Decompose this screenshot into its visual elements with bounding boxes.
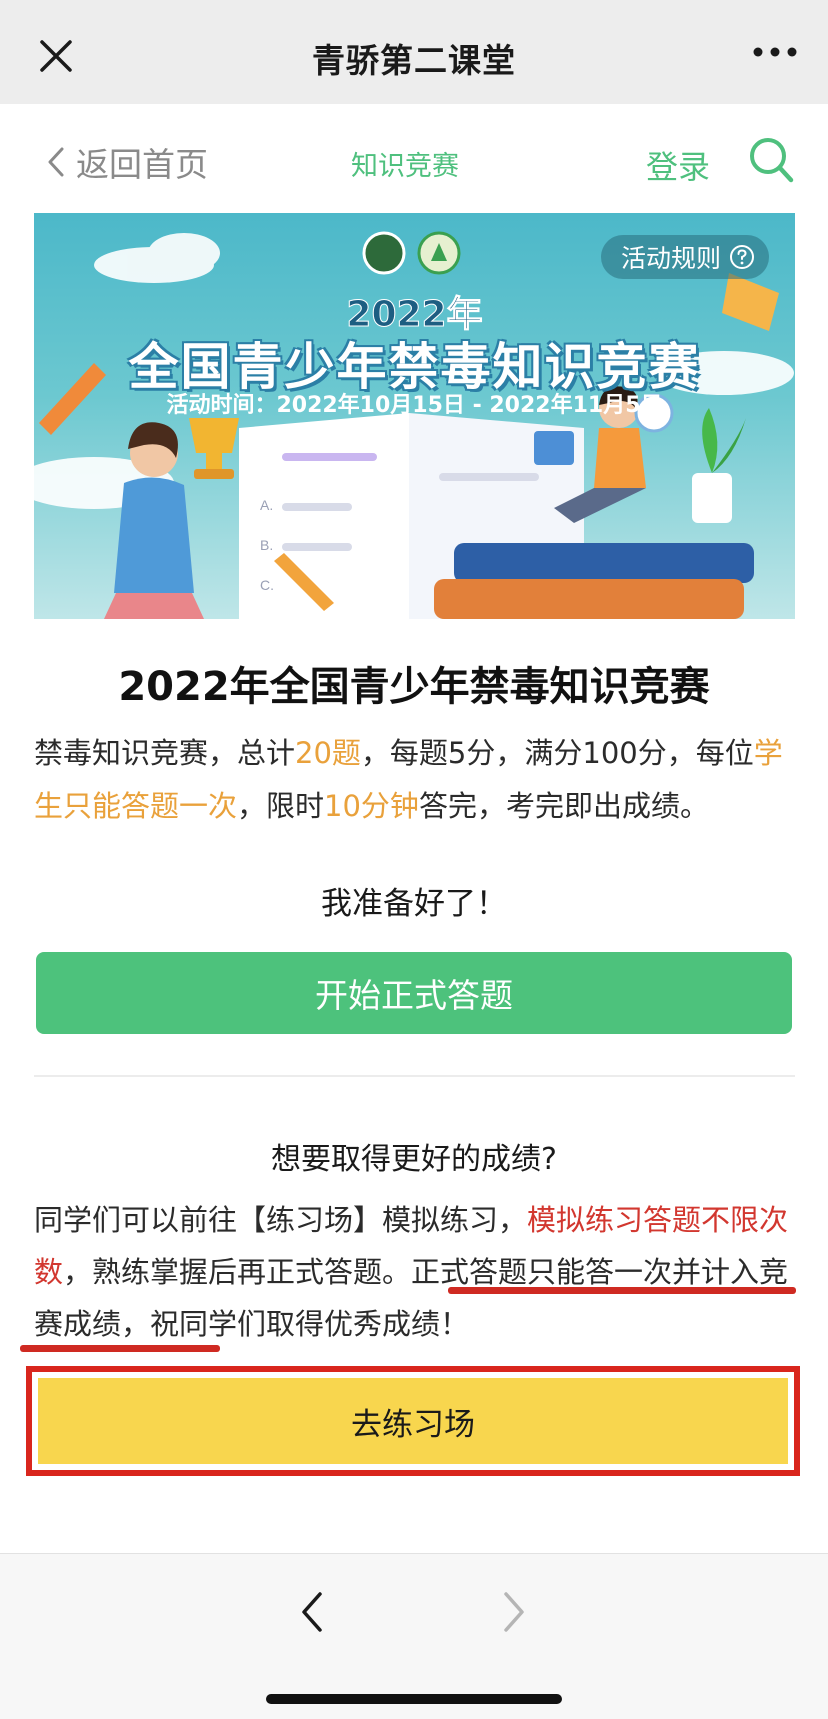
desc2-text-1: 同学们可以前往【练习场】模拟练习， <box>34 1203 528 1237</box>
option-a-label: A. <box>260 497 273 513</box>
activity-rules-button[interactable]: 活动规则 <box>600 235 769 279</box>
ready-text: 我准备好了！ <box>321 886 507 922</box>
desc-text-4: 答完，考完即出成绩。 <box>418 789 709 823</box>
practice-description: 同学们可以前往【练习场】模拟练习，模拟练习答题不限次数，熟练掌握后再正式答题。正… <box>34 1194 798 1350</box>
more-dots-icon[interactable] <box>752 42 798 62</box>
competition-banner[interactable]: A. B. C. 活动规则 2022年 全国青少年禁毒知识竞赛 活动时间：202… <box>34 213 795 619</box>
start-formal-answer-button[interactable]: 开始正式答题 <box>36 952 792 1034</box>
annotation-underline-2 <box>20 1345 220 1352</box>
annotation-underline-1 <box>448 1287 796 1294</box>
desc2-text-2: ，熟练掌握后再正式答题。 <box>63 1255 412 1289</box>
wechat-title-bar: 青骄第二课堂 <box>0 0 828 104</box>
desc-text-3: ，限时 <box>237 789 325 823</box>
desc2-text-3: ，祝同学们取得优秀成绩！ <box>121 1307 470 1341</box>
practice-annotation-box: 去练习场 <box>26 1366 800 1476</box>
chevron-right-icon[interactable] <box>500 1590 530 1634</box>
desc-question-count: 20题 <box>295 736 361 770</box>
home-indicator <box>266 1694 562 1704</box>
better-score-heading: 想要取得更好的成绩? <box>271 1142 557 1177</box>
divider <box>34 1075 795 1077</box>
question-circle-icon <box>730 245 754 269</box>
competition-description: 禁毒知识竞赛，总计20题，每题5分，满分100分，每位学生只能答题一次，限时10… <box>34 727 798 833</box>
competition-title: 2022年全国青少年禁毒知识竞赛 <box>118 664 710 710</box>
option-b-label: B. <box>260 537 273 553</box>
desc-text-2: ，每题5分，满分100分，每位 <box>360 736 754 770</box>
banner-activity-time: 活动时间：2022年10月15日 - 2022年11月5日 <box>166 393 663 418</box>
desc-time-limit: 10分钟 <box>324 789 419 823</box>
browser-bottom-bar <box>0 1553 828 1719</box>
option-c-label: C. <box>260 577 274 593</box>
emblem-logo-1 <box>362 231 406 275</box>
desc-text-1: 禁毒知识竞赛，总计 <box>34 736 296 770</box>
chevron-left-icon[interactable] <box>296 1590 326 1634</box>
go-practice-button[interactable]: 去练习场 <box>38 1378 788 1464</box>
page-header: 返回首页 知识竞赛 登录 <box>0 104 828 212</box>
activity-rules-label: 活动规则 <box>620 244 721 273</box>
login-link[interactable]: 登录 <box>646 142 710 188</box>
search-icon[interactable] <box>748 136 794 184</box>
wechat-page-title: 青骄第二课堂 <box>312 41 516 80</box>
